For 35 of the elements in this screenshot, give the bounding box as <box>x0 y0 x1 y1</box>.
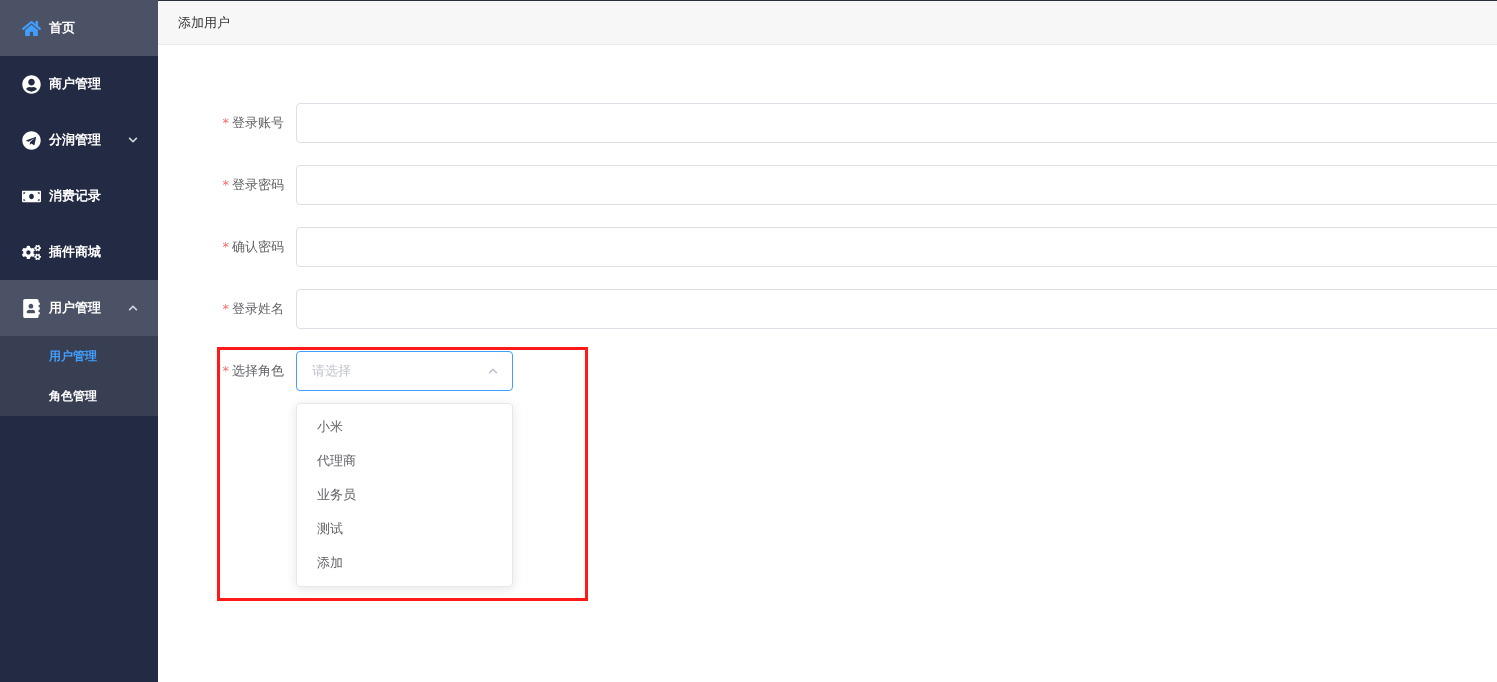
sidebar-item[interactable]: 首页 <box>0 0 158 56</box>
required-mark: * <box>222 115 229 130</box>
dropdown-option[interactable]: 小米 <box>297 410 512 444</box>
field-label: 登录姓名 <box>232 301 284 316</box>
sidebar-item[interactable]: 分润管理 <box>0 112 158 168</box>
input-field[interactable] <box>296 103 1497 143</box>
input-field[interactable] <box>296 165 1497 205</box>
sidebar-item[interactable]: 用户管理 <box>0 280 158 336</box>
input-field[interactable] <box>296 227 1497 267</box>
sidebar-item[interactable]: 商户管理 <box>0 56 158 112</box>
submenu-item[interactable]: 角色管理 <box>0 376 158 416</box>
required-mark: * <box>222 363 229 378</box>
input-field[interactable] <box>296 289 1497 329</box>
field-label: 确认密码 <box>232 239 284 254</box>
field-label: 登录账号 <box>232 115 284 130</box>
home-icon <box>22 18 41 38</box>
contact-book-icon <box>22 298 41 318</box>
gears-icon <box>22 242 41 262</box>
dropdown-option[interactable]: 测试 <box>297 512 512 546</box>
required-mark: * <box>222 301 229 316</box>
paper-plane-icon <box>22 130 41 150</box>
field-label: 选择角色 <box>232 363 284 378</box>
chevron-icon <box>128 135 138 145</box>
page-title: 添加用户 <box>158 1 1497 45</box>
dropdown-option[interactable]: 代理商 <box>297 444 512 478</box>
sidebar-item[interactable]: 消费记录 <box>0 168 158 224</box>
submenu-item[interactable]: 用户管理 <box>0 336 158 376</box>
required-mark: * <box>222 177 229 192</box>
chevron-icon <box>128 303 138 313</box>
required-mark: * <box>222 239 229 254</box>
sidebar-item[interactable]: 插件商城 <box>0 224 158 280</box>
chevron-icon <box>488 366 498 376</box>
field-label: 登录密码 <box>232 177 284 192</box>
dropdown-option[interactable]: 业务员 <box>297 478 512 512</box>
dropdown-option[interactable]: 添加 <box>297 546 512 580</box>
